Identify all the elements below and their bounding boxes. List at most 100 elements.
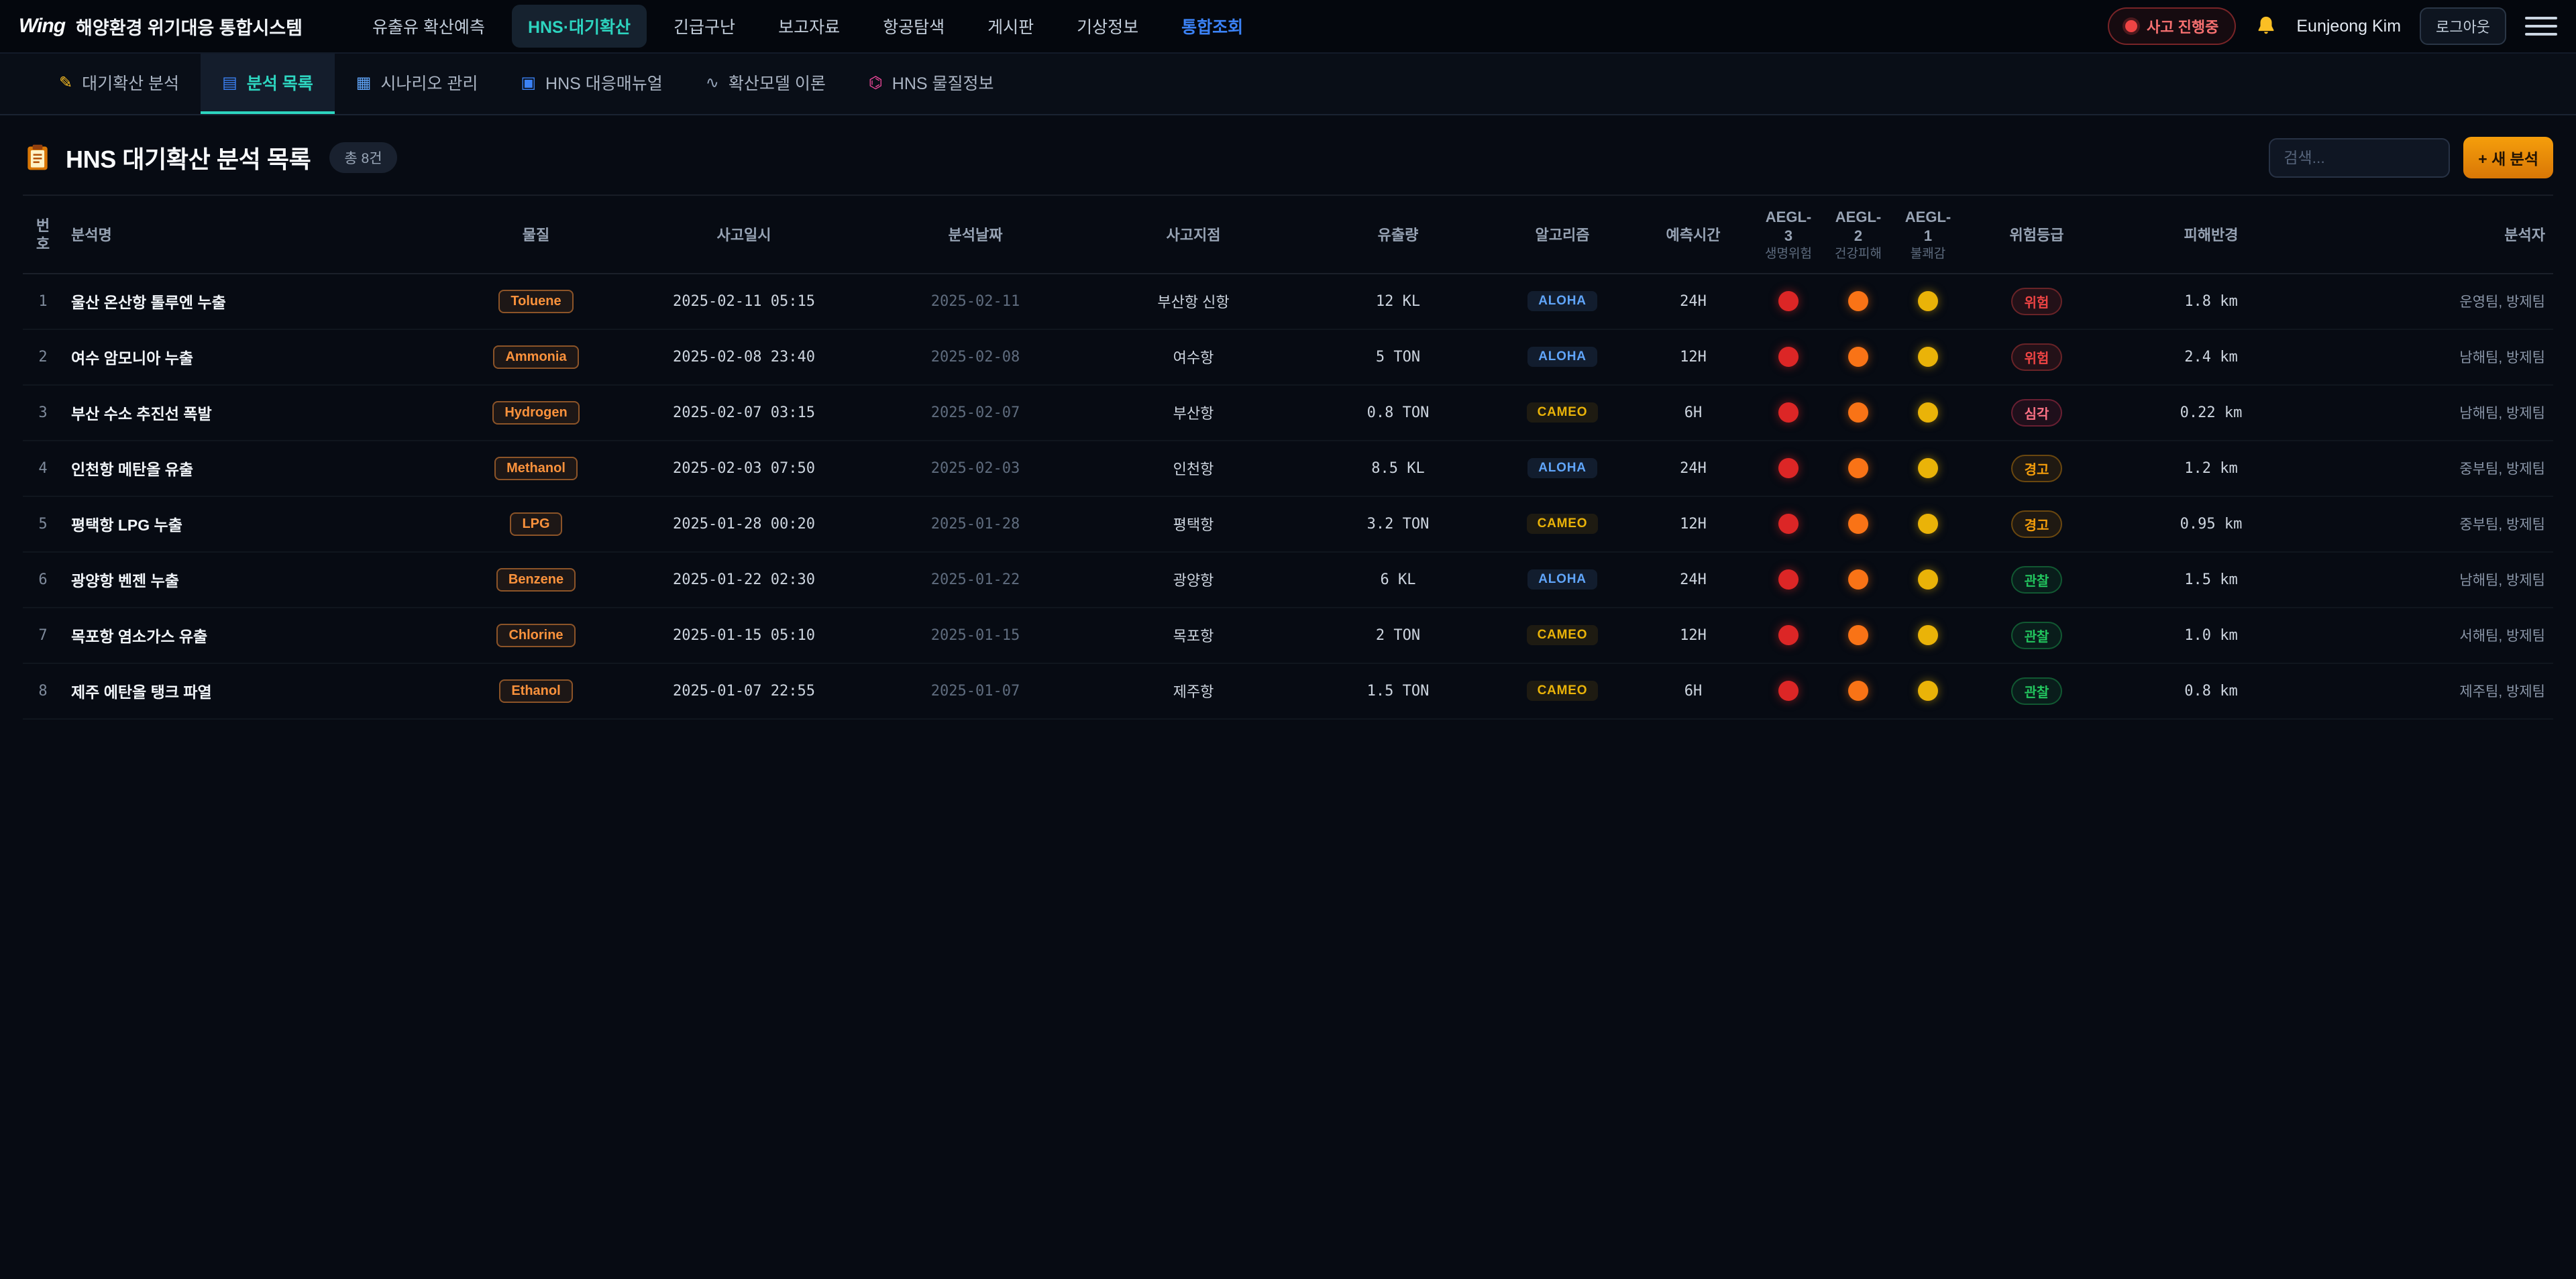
analysis-date: 2025-01-22 [868,552,1083,608]
tab-hns-substance-info[interactable]: ⌬ HNS 물질정보 [847,54,1016,114]
nav-item-emergency-rescue[interactable]: 긴급구난 [657,5,751,48]
clipboard-icon [23,143,52,172]
row-number: 2 [23,329,63,385]
aegl-1-dot-yellow [1918,569,1938,590]
analysis-name: 제주 에탄올 탱크 파열 [63,663,452,719]
damage-radius: 0.95 km [2110,496,2312,552]
column-header-amount: 유출량 [1304,195,1492,274]
aegl-3-cell [1754,608,1823,663]
new-analysis-button[interactable]: + 새 분석 [2463,137,2553,178]
column-header-radius: 피해반경 [2110,195,2312,274]
main-nav: 유출유 확산예측 HNS·대기확산 긴급구난 보고자료 항공탐색 게시판 기상정… [356,5,2078,48]
aegl-3-dot-red [1778,458,1799,478]
main-content: HNS 대기확산 분석 목록 총 8건 + 새 분석 번호분석명물질사고일시분석… [0,115,2576,720]
aegl-2-dot-orange [1848,402,1868,423]
table-row[interactable]: 3부산 수소 추진선 폭발Hydrogen2025-02-07 03:15202… [23,385,2553,441]
table-row[interactable]: 4인천항 메탄올 유출Methanol2025-02-03 07:502025-… [23,441,2553,496]
analyst: 남해팀, 방제팀 [2312,385,2553,441]
risk-grade-cell: 관찰 [1963,663,2110,719]
analyst: 서해팀, 방제팀 [2312,608,2553,663]
forecast-duration: 6H [1633,385,1754,441]
damage-radius: 0.8 km [2110,663,2312,719]
nav-item-integrated-search[interactable]: 통합조회 [1165,5,1259,48]
incident-location: 광양항 [1083,552,1304,608]
incident-in-progress-badge[interactable]: 사고 진행중 [2108,7,2236,45]
tab-diffusion-analysis[interactable]: ✎ 대기확산 분석 [38,54,201,114]
row-number: 1 [23,274,63,329]
tab-diffusion-model-theory[interactable]: ∿ 확산모델 이론 [684,54,847,114]
notification-bell-icon[interactable] [2255,15,2277,38]
user-name[interactable]: Eunjeong Kim [2296,17,2401,36]
column-header-datetime: 사고일시 [620,195,868,274]
column-header-location: 사고지점 [1083,195,1304,274]
analysis-name: 여수 암모니아 누출 [63,329,452,385]
risk-grade-cell: 위험 [1963,329,2110,385]
analysis-name: 인천항 메탄올 유출 [63,441,452,496]
tab-bar: ✎ 대기확산 분석 ▤ 분석 목록 ▦ 시나리오 관리 ▣ HNS 대응매뉴얼 … [0,54,2576,115]
risk-grade-cell: 심각 [1963,385,2110,441]
tab-analysis-list[interactable]: ▤ 분석 목록 [201,54,335,114]
tab-hns-response-manual[interactable]: ▣ HNS 대응매뉴얼 [499,54,684,114]
incident-badge-label: 사고 진행중 [2147,15,2218,37]
aegl-1-cell [1893,663,1963,719]
algorithm-cell: CAMEO [1492,496,1633,552]
spill-amount: 5 TON [1304,329,1492,385]
table-row[interactable]: 8제주 에탄올 탱크 파열Ethanol2025-01-07 22:552025… [23,663,2553,719]
tab-scenario-management[interactable]: ▦ 시나리오 관리 [335,54,500,114]
nav-item-board[interactable]: 게시판 [971,5,1050,48]
analysis-date: 2025-02-03 [868,441,1083,496]
aegl-3-dot-red [1778,569,1799,590]
column-header-grade: 위험등급 [1963,195,2110,274]
logout-button[interactable]: 로그아웃 [2420,7,2506,45]
substance-badge: Methanol [494,457,578,480]
incident-datetime: 2025-01-22 02:30 [620,552,868,608]
aegl-2-cell [1823,608,1893,663]
table-row[interactable]: 7목포항 염소가스 유출Chlorine2025-01-15 05:102025… [23,608,2553,663]
brand: Wing 해양환경 위기대응 통합시스템 [19,13,303,40]
nav-item-hns-atmospheric[interactable]: HNS·대기확산 [512,5,647,48]
aegl-2-dot-orange [1848,347,1868,367]
table-row[interactable]: 1울산 온산항 톨루엔 누출Toluene2025-02-11 05:15202… [23,274,2553,329]
nav-item-oil-spill-prediction[interactable]: 유출유 확산예측 [356,5,501,48]
table-row[interactable]: 5평택항 LPG 누출LPG2025-01-28 00:202025-01-28… [23,496,2553,552]
forecast-duration: 12H [1633,329,1754,385]
table-row[interactable]: 6광양항 벤젠 누출Benzene2025-01-22 02:302025-01… [23,552,2553,608]
substance-cell: Ethanol [452,663,620,719]
analyst: 남해팀, 방제팀 [2312,329,2553,385]
algorithm-cell: CAMEO [1492,663,1633,719]
aegl-1-dot-yellow [1918,402,1938,423]
risk-grade-cell: 관찰 [1963,608,2110,663]
analyst: 남해팀, 방제팀 [2312,552,2553,608]
risk-grade-cell: 위험 [1963,274,2110,329]
aegl-1-dot-yellow [1918,347,1938,367]
table-row[interactable]: 2여수 암모니아 누출Ammonia2025-02-08 23:402025-0… [23,329,2553,385]
tab-label: HNS 물질정보 [892,70,994,95]
search-input[interactable] [2269,138,2450,178]
forecast-duration: 24H [1633,441,1754,496]
risk-grade-cell: 경고 [1963,441,2110,496]
hamburger-menu-icon[interactable] [2525,13,2557,40]
aegl-3-cell [1754,663,1823,719]
substance-cell: Methanol [452,441,620,496]
risk-grade-badge: 관찰 [2011,566,2063,594]
forecast-duration: 12H [1633,608,1754,663]
pencil-icon: ✎ [59,73,72,93]
page-title: HNS 대기확산 분석 목록 [66,140,311,175]
analysis-name: 광양항 벤젠 누출 [63,552,452,608]
damage-radius: 1.8 km [2110,274,2312,329]
nav-item-weather[interactable]: 기상정보 [1061,5,1155,48]
column-header-analyst: 분석자 [2312,195,2553,274]
nav-item-aerial-search[interactable]: 항공탐색 [867,5,961,48]
risk-grade-badge: 경고 [2011,455,2063,482]
analyst: 운영팀, 방제팀 [2312,274,2553,329]
aegl-2-cell [1823,385,1893,441]
incident-location: 목포항 [1083,608,1304,663]
column-header-aegl1: AEGL-1불쾌감 [1893,195,1963,274]
algorithm-cell: ALOHA [1492,274,1633,329]
total-count-badge: 총 8건 [329,142,396,173]
aegl-3-cell [1754,552,1823,608]
top-bar-right: 사고 진행중 Eunjeong Kim 로그아웃 [2108,7,2557,45]
substance-badge: Benzene [496,568,576,592]
nav-item-reports[interactable]: 보고자료 [762,5,856,48]
molecule-icon: ⌬ [869,73,883,93]
